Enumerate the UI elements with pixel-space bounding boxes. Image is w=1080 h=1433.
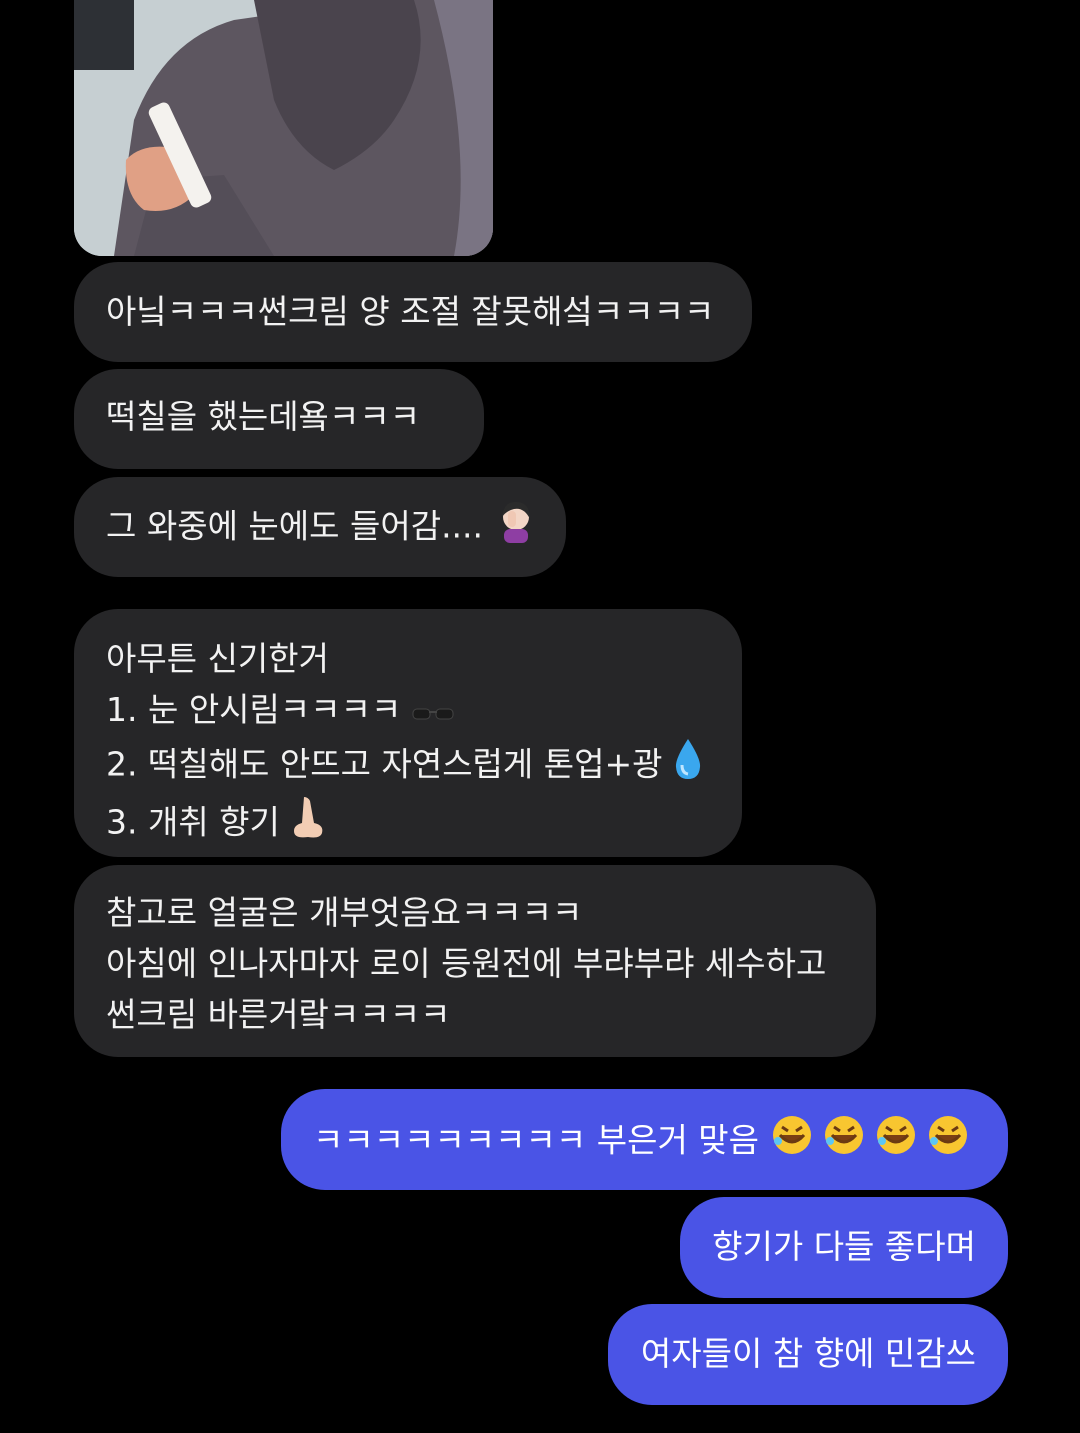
message-text: 그 와중에 눈에도 들어감....: [106, 506, 484, 546]
message-text: 아무튼 신기한거: [106, 639, 330, 678]
sunglasses-emoji: [412, 686, 454, 737]
rolling-laughing-emoji: [770, 1113, 978, 1171]
incoming-message: 참고로 얼굴은 개부엇음요ㅋㅋㅋㅋ 아침에 인나자마자 로이 등원전에 부랴부랴…: [74, 865, 876, 1057]
message-text: 썬크림 바른거랔ㅋㅋㅋㅋ: [106, 995, 451, 1034]
message-text: 2. 떡칠해도 안뜨고 자연스럽게 톤업+광: [106, 744, 663, 784]
outgoing-message: 여자들이 참 향에 민감쓰: [608, 1304, 1008, 1405]
message-text: 3. 개취 향기: [106, 802, 280, 842]
incoming-message: 그 와중에 눈에도 들어감....: [74, 477, 566, 577]
nose-emoji: [290, 795, 326, 853]
incoming-message: 아닠ㅋㅋㅋ썬크림 양 조절 잘못해섴ㅋㅋㅋㅋ: [74, 262, 752, 362]
incoming-message: 아무튼 신기한거 1. 눈 안시림ㅋㅋㅋㅋ 2. 떡칠해도 안뜨고 자연스럽게 …: [74, 609, 742, 857]
message-text: 떡칠을 했는데욬ㅋㅋㅋ: [106, 397, 421, 436]
photo-image: [74, 0, 493, 256]
message-text: ㅋㅋㅋㅋㅋㅋㅋㅋㅋ 부은거 맞음: [313, 1120, 760, 1160]
message-text: 향기가 다들 좋다며: [712, 1227, 976, 1266]
photo-attachment[interactable]: [74, 0, 493, 256]
message-text: 1. 눈 안시림ㅋㅋㅋㅋ: [106, 690, 402, 729]
outgoing-message: ㅋㅋㅋㅋㅋㅋㅋㅋㅋ 부은거 맞음: [281, 1089, 1008, 1190]
message-text: 아닠ㅋㅋㅋ썬크림 양 조절 잘못해섴ㅋㅋㅋㅋ: [106, 292, 715, 331]
message-text: 아침에 인나자마자 로이 등원전에 부랴부랴 세수하고: [106, 944, 827, 983]
message-text: 여자들이 참 향에 민감쓰: [640, 1334, 976, 1373]
incoming-message: 떡칠을 했는데욬ㅋㅋㅋ: [74, 369, 484, 469]
message-text: 참고로 얼굴은 개부엇음요ㅋㅋㅋㅋ: [106, 893, 583, 932]
droplet-emoji: [673, 737, 703, 795]
outgoing-message: 향기가 다들 좋다며: [680, 1197, 1008, 1298]
woman-facepalming-emoji: [494, 499, 538, 557]
